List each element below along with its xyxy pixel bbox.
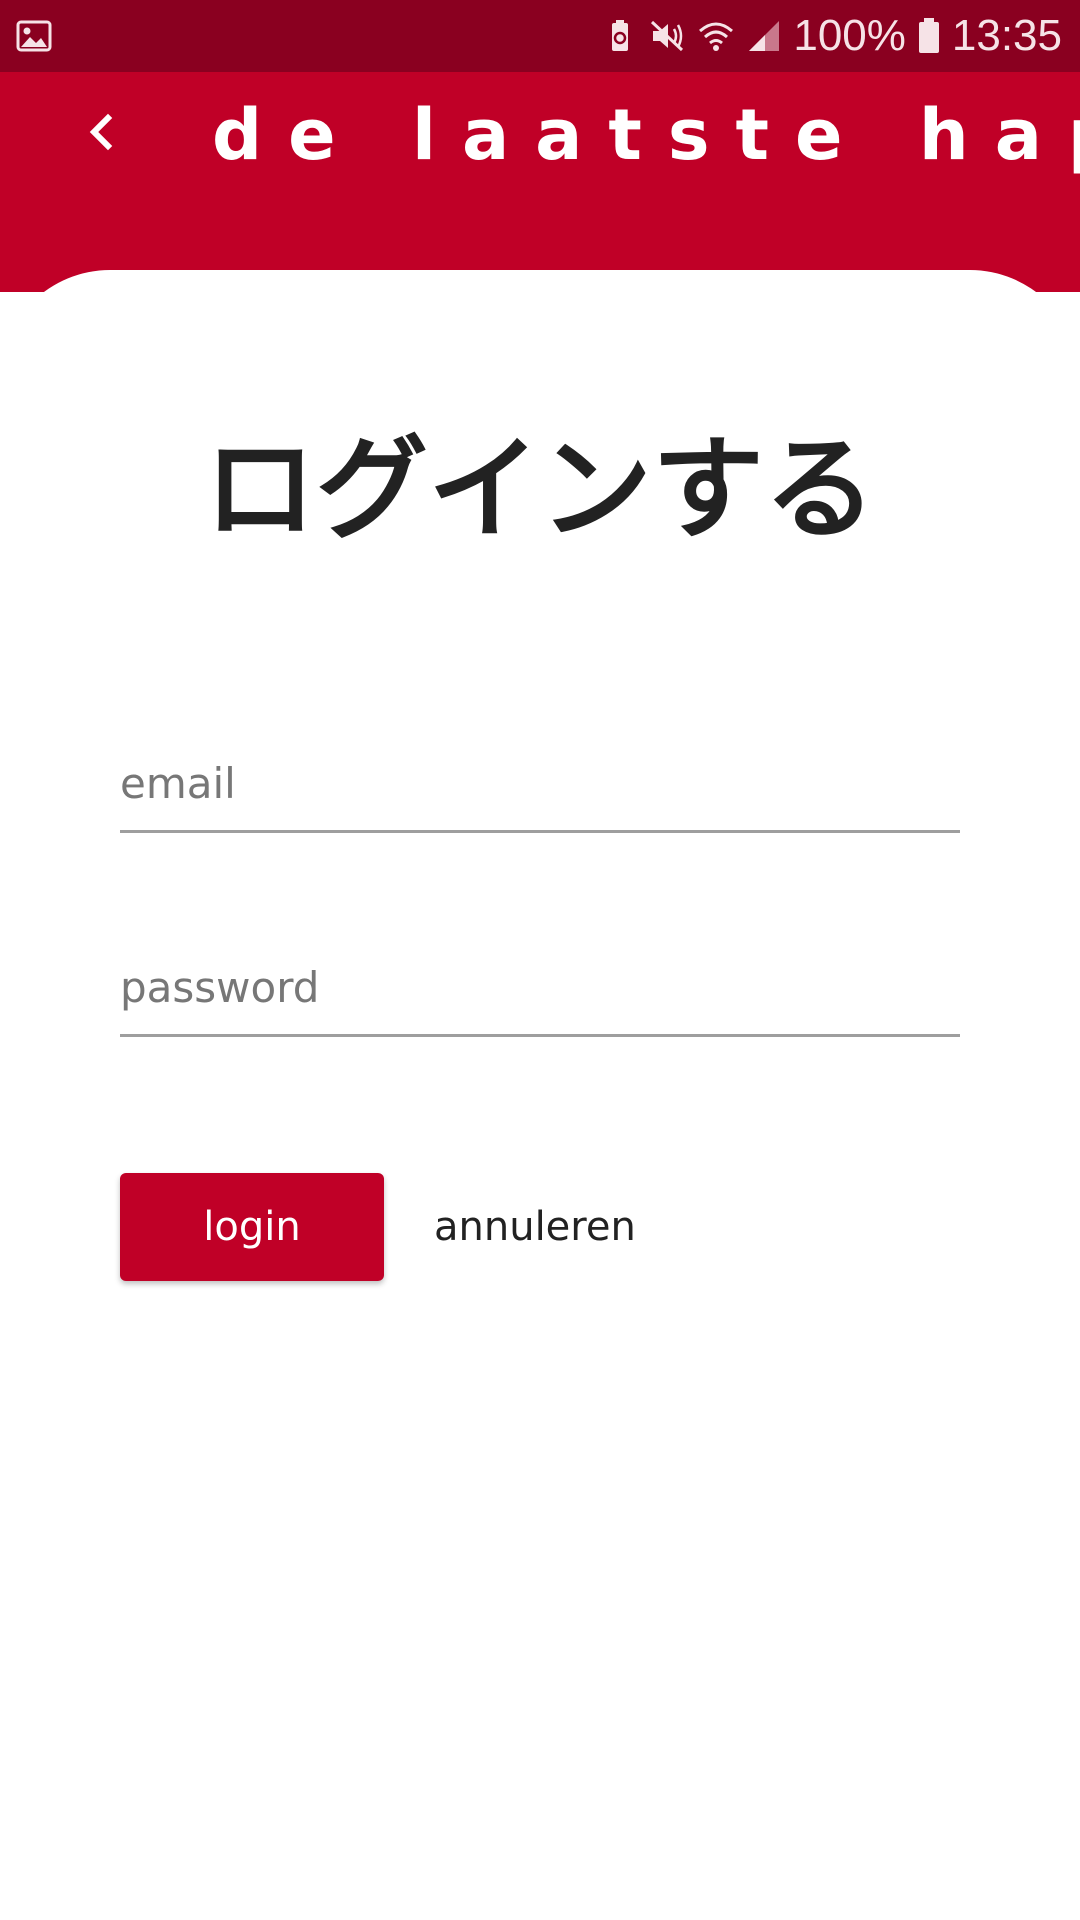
cancel-button[interactable]: annuleren <box>420 1173 650 1281</box>
gallery-icon <box>16 18 52 54</box>
status-icons: 100% 13:35 <box>601 0 1062 72</box>
email-field <box>120 730 960 833</box>
status-bar: 100% 13:35 <box>0 0 1080 72</box>
password-input[interactable] <box>120 963 960 1012</box>
battery-saver-icon <box>601 17 639 55</box>
page-title: ログインする <box>204 425 876 555</box>
app-title: de laatste hap <box>212 94 1080 176</box>
chevron-left-icon <box>89 113 113 151</box>
back-button[interactable] <box>70 100 134 164</box>
battery-percent: 100% <box>793 11 906 60</box>
email-input[interactable] <box>120 759 960 808</box>
mute-icon <box>649 17 687 55</box>
login-card: ログインする login annuleren <box>0 270 1080 1920</box>
wifi-icon <box>697 17 735 55</box>
signal-icon <box>745 17 783 55</box>
battery-icon <box>916 17 942 55</box>
clock: 13:35 <box>951 11 1062 60</box>
password-field <box>120 934 960 1037</box>
login-screen: 100% 13:35 de laatste hap ログインする email l… <box>0 0 1080 1920</box>
app-header: de laatste hap <box>0 72 1080 292</box>
login-button[interactable]: login <box>120 1173 384 1281</box>
